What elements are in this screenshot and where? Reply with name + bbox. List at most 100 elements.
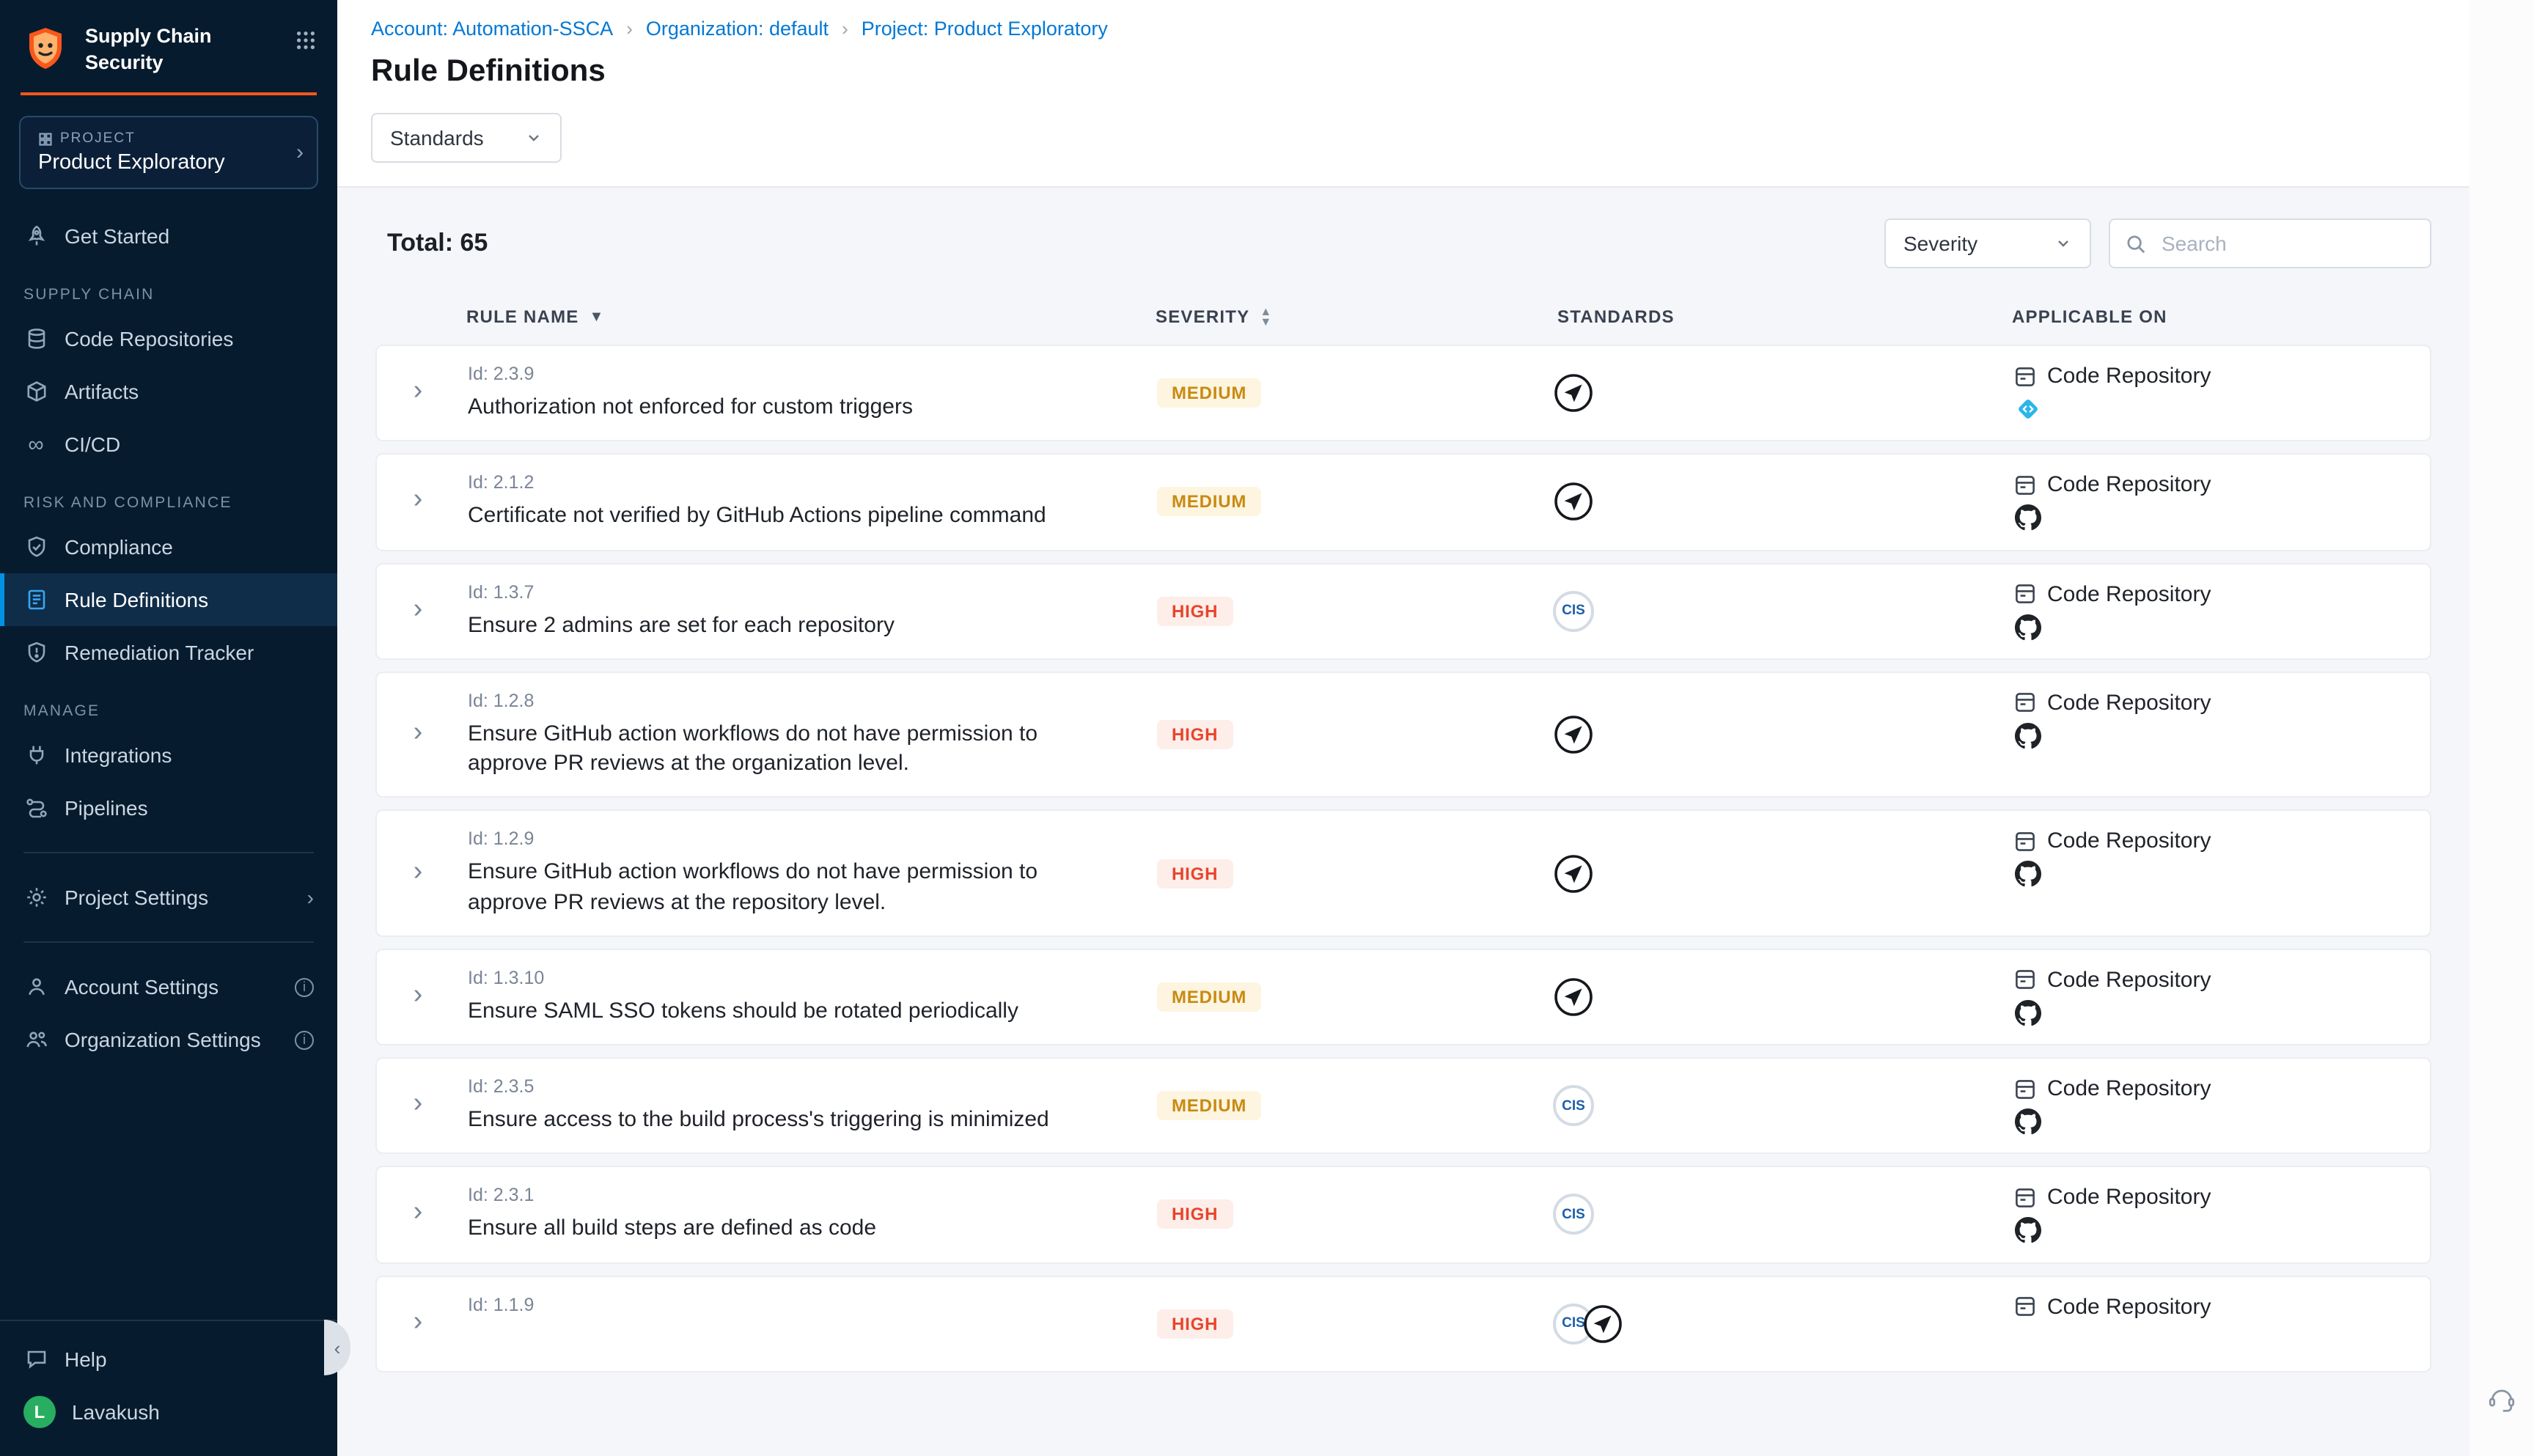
main-content: Account: Automation-SSCA › Organization:… <box>337 0 2469 1456</box>
project-selector[interactable]: PROJECT Product Exploratory › <box>19 116 318 189</box>
column-header-severity[interactable]: SEVERITY ▲▼ <box>1147 306 1549 327</box>
search-box <box>2109 218 2431 268</box>
repository-icon <box>2013 968 2037 992</box>
rule-id: Id: 1.2.8 <box>468 691 1119 711</box>
table-row[interactable]: › Id: 1.2.9 Ensure GitHub action workflo… <box>375 810 2431 937</box>
paper-plane-standard-icon <box>1553 372 1594 413</box>
support-chat-icon[interactable] <box>2486 1383 2518 1415</box>
github-icon <box>2015 505 2041 532</box>
sidebar-item-get-started[interactable]: Get Started <box>0 210 337 262</box>
sidebar-item-remediation-tracker[interactable]: Remediation Tracker <box>0 626 337 679</box>
chevron-down-icon <box>2054 235 2072 252</box>
shield-check-icon <box>23 534 48 559</box>
repository-icon <box>2013 1186 2037 1210</box>
breadcrumb: Account: Automation-SSCA › Organization:… <box>371 18 2469 40</box>
rule-name: Ensure GitHub action workflows do not ha… <box>468 858 1119 918</box>
row-expand-chevron-icon[interactable]: › <box>414 1199 423 1231</box>
rule-id: Id: 2.1.2 <box>468 473 1119 493</box>
table-row[interactable]: › Id: 1.3.7 Ensure 2 admins are set for … <box>375 562 2431 660</box>
github-icon <box>2015 1000 2041 1026</box>
rule-id: Id: 1.3.10 <box>468 968 1119 988</box>
row-expand-chevron-icon[interactable]: › <box>414 718 423 751</box>
standards-cell <box>1550 968 2013 1027</box>
provider-slot <box>2015 723 2418 749</box>
rules-panel: Total: 65 Severity <box>337 188 2469 1456</box>
rule-id: Id: 2.3.9 <box>468 364 1119 384</box>
standards-cell: CIS <box>1550 1185 2013 1245</box>
sidebar-item-cicd[interactable]: ∞ CI/CD <box>0 418 337 471</box>
search-icon <box>2125 232 2147 254</box>
sidebar: Supply Chain Security P <box>0 0 337 1456</box>
rule-name: Ensure SAML SSO tokens should be rotated… <box>468 997 1119 1027</box>
sidebar-item-pipelines[interactable]: Pipelines <box>0 782 337 834</box>
info-icon[interactable]: i <box>295 977 314 996</box>
sidebar-item-help[interactable]: Help <box>0 1333 337 1386</box>
breadcrumb-project-link[interactable]: Project: Product Exploratory <box>862 18 1108 40</box>
standards-cell <box>1550 829 2013 918</box>
chevron-right-icon: › <box>296 140 304 165</box>
breadcrumb-organization-link[interactable]: Organization: default <box>646 18 829 40</box>
rule-id: Id: 2.3.1 <box>468 1185 1119 1206</box>
sidebar-item-integrations[interactable]: Integrations <box>0 729 337 782</box>
app-switcher-grid-icon[interactable] <box>295 29 317 51</box>
sidebar-item-artifacts[interactable]: Artifacts <box>0 365 337 418</box>
supply-chain-security-logo <box>21 23 70 73</box>
repository-icon <box>2013 1077 2037 1100</box>
table-row[interactable]: › Id: 1.2.8 Ensure GitHub action workflo… <box>375 672 2431 798</box>
github-icon <box>2015 1108 2041 1135</box>
standards-cell: CIS <box>1550 1294 2013 1353</box>
applicable-on-label: Code Repository <box>2047 473 2211 498</box>
standards-cell: CIS <box>1550 1076 2013 1136</box>
breadcrumb-account-link[interactable]: Account: Automation-SSCA <box>371 18 613 40</box>
chevron-right-icon: › <box>307 886 314 909</box>
provider-slot <box>2015 614 2418 640</box>
rule-name: Ensure access to the build process's tri… <box>468 1106 1119 1136</box>
standards-cell <box>1550 473 2013 532</box>
cis-standard-icon: CIS <box>1553 590 1594 631</box>
sidebar-item-account-settings[interactable]: Account Settings i <box>0 960 337 1013</box>
person-icon <box>23 974 48 999</box>
standards-dropdown[interactable]: Standards <box>371 113 562 163</box>
severity-filter-select[interactable]: Severity <box>1884 218 2091 268</box>
repository-icon <box>2013 830 2037 853</box>
row-expand-chevron-icon[interactable]: › <box>414 595 423 627</box>
search-input[interactable] <box>2159 230 2415 257</box>
sidebar-item-rule-definitions[interactable]: Rule Definitions <box>0 573 337 626</box>
column-header-standards: STANDARDS <box>1549 306 2012 327</box>
column-header-rule-name[interactable]: RULE NAME ▼ <box>458 306 1147 327</box>
plug-icon <box>23 743 48 768</box>
table-row[interactable]: › Id: 2.3.9 Authorization not enforced f… <box>375 345 2431 442</box>
row-expand-chevron-icon[interactable]: › <box>414 377 423 409</box>
divider <box>23 852 314 853</box>
rules-table-body: › Id: 2.3.9 Authorization not enforced f… <box>375 345 2431 1372</box>
standards-cell <box>1550 364 2013 423</box>
paper-plane-standard-icon <box>1582 1303 1623 1344</box>
repository-icon <box>2013 1295 2037 1318</box>
sidebar-item-compliance[interactable]: Compliance <box>0 521 337 573</box>
row-expand-chevron-icon[interactable]: › <box>414 1089 423 1122</box>
paper-plane-standard-icon <box>1553 977 1594 1018</box>
cis-standard-icon: CIS <box>1553 1085 1594 1126</box>
paper-plane-standard-icon <box>1553 714 1594 755</box>
github-icon <box>2015 1218 2041 1244</box>
sidebar-footer: Help L Lavakush <box>0 1320 337 1456</box>
table-row[interactable]: › Id: 2.3.5 Ensure access to the build p… <box>375 1057 2431 1155</box>
sidebar-item-code-repositories[interactable]: Code Repositories <box>0 312 337 365</box>
table-row[interactable]: › Id: 2.3.1 Ensure all build steps are d… <box>375 1166 2431 1264</box>
sidebar-item-project-settings[interactable]: Project Settings › <box>0 871 337 924</box>
table-row[interactable]: › Id: 2.1.2 Certificate not verified by … <box>375 454 2431 551</box>
row-expand-chevron-icon[interactable]: › <box>414 981 423 1013</box>
info-icon[interactable]: i <box>295 1030 314 1049</box>
cube-icon <box>23 379 48 404</box>
sidebar-item-organization-settings[interactable]: Organization Settings i <box>0 1013 337 1066</box>
rocket-icon <box>23 224 48 249</box>
table-row[interactable]: › Id: 1.1.9 HIGH CIS Code Repos <box>375 1275 2431 1372</box>
row-expand-chevron-icon[interactable]: › <box>414 857 423 889</box>
row-expand-chevron-icon[interactable]: › <box>414 486 423 518</box>
row-expand-chevron-icon[interactable]: › <box>414 1307 423 1339</box>
table-row[interactable]: › Id: 1.3.10 Ensure SAML SSO tokens shou… <box>375 949 2431 1046</box>
severity-badge: HIGH <box>1157 596 1233 625</box>
repository-icon <box>2013 691 2037 715</box>
user-menu[interactable]: L Lavakush <box>0 1386 337 1438</box>
standards-cell <box>1550 691 2013 779</box>
